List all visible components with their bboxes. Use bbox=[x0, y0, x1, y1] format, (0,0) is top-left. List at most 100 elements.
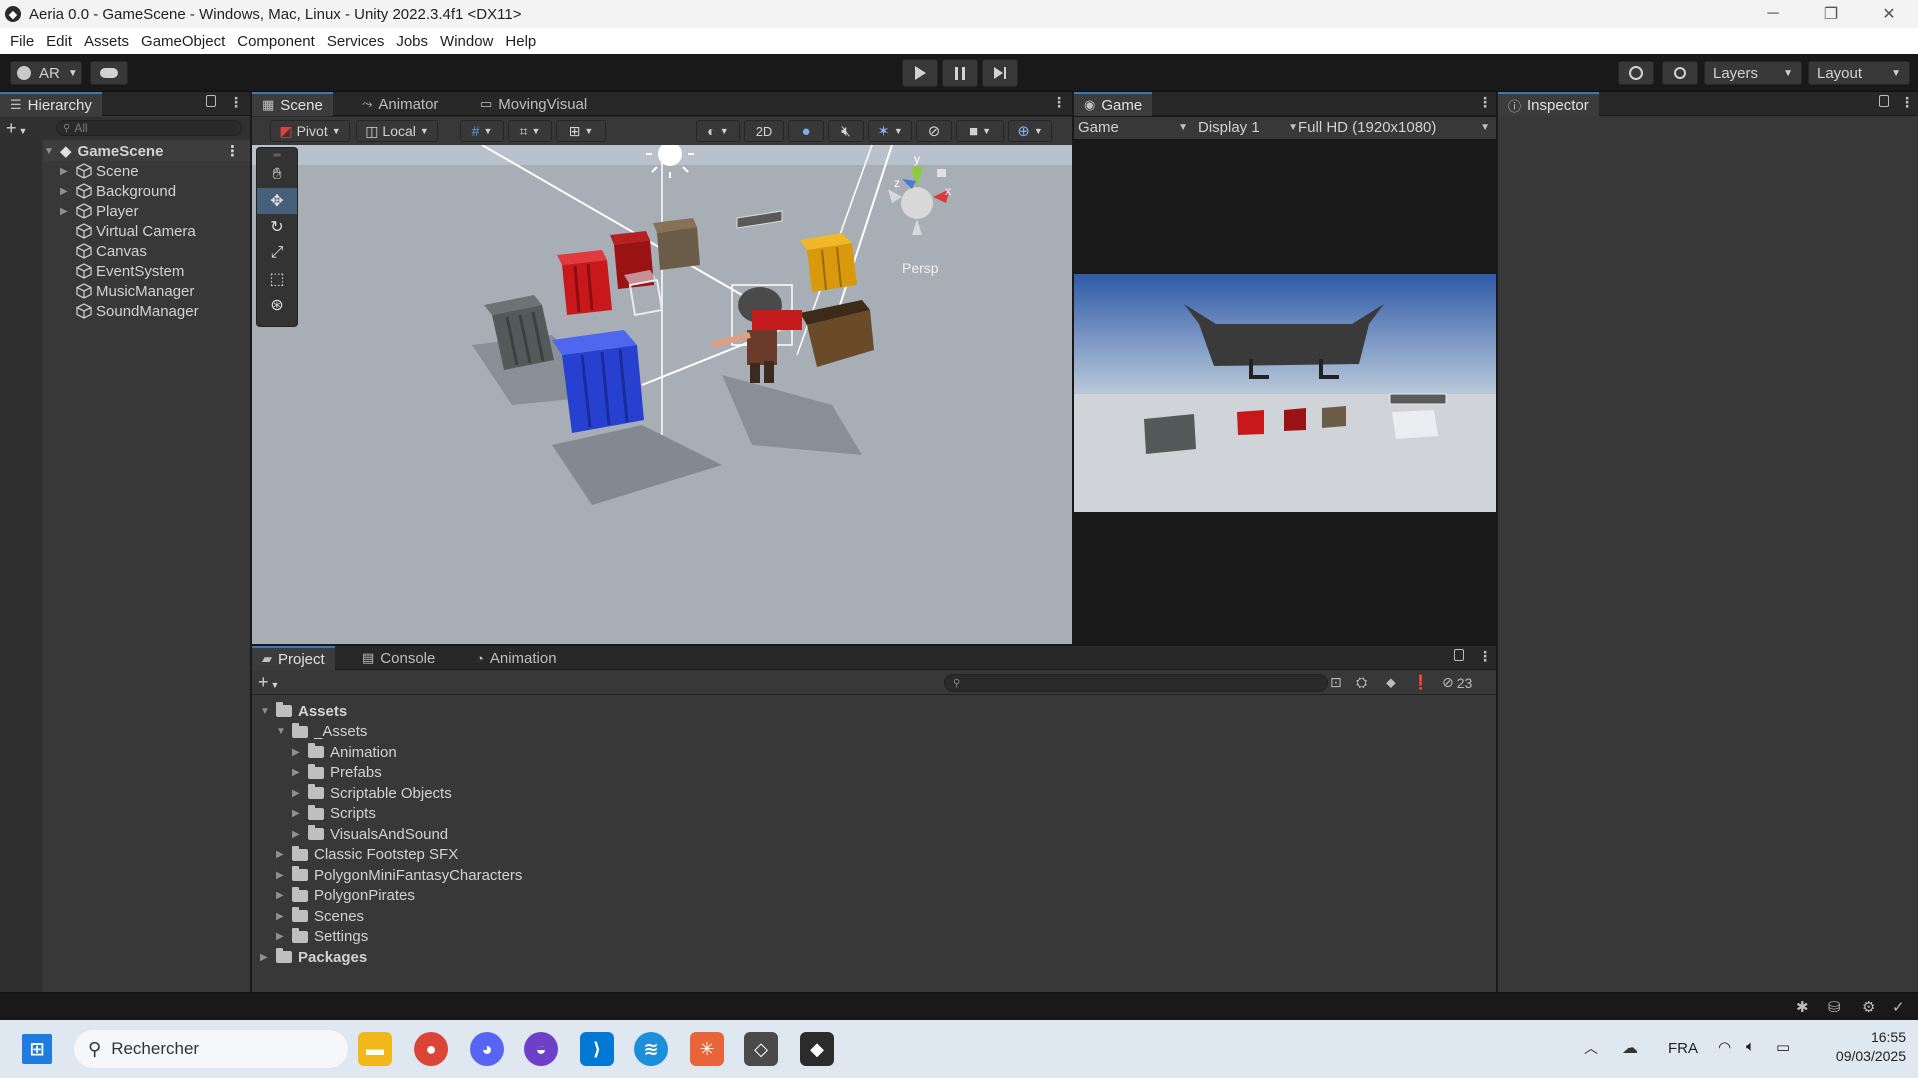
project-folder-row[interactable]: ▼ _Assets bbox=[276, 722, 367, 742]
tab-animation[interactable]: ◔ Animation bbox=[466, 646, 567, 670]
tab-hierarchy[interactable]: ☰ Hierarchy bbox=[0, 92, 102, 116]
expand-closed-icon[interactable]: ▶ bbox=[276, 890, 288, 901]
windows-start-icon[interactable]: ⊞ bbox=[22, 1034, 52, 1064]
hierarchy-item[interactable]: ▶ Background bbox=[60, 181, 176, 201]
settings-icon[interactable]: ⚙ bbox=[1862, 998, 1875, 1016]
project-folder-row[interactable]: ▶ Classic Footstep SFX bbox=[276, 845, 458, 865]
expand-closed-icon[interactable]: ▶ bbox=[292, 829, 304, 840]
pause-button[interactable] bbox=[942, 59, 978, 87]
label-tag-icon[interactable]: ⬥ bbox=[1386, 674, 1396, 691]
menu-help[interactable]: Help bbox=[499, 33, 542, 50]
wifi-icon[interactable]: ◠ bbox=[1718, 1038, 1731, 1056]
display-dropdown[interactable]: Display 1 ▼ bbox=[1198, 119, 1298, 136]
expand-closed-icon[interactable]: ▶ bbox=[276, 870, 288, 881]
volume-icon[interactable]: 🔈︎ bbox=[1746, 1038, 1755, 1055]
expand-closed-icon[interactable]: ▶ bbox=[276, 911, 288, 922]
expand-closed-icon[interactable]: ▶ bbox=[276, 849, 288, 860]
tab-animator[interactable]: ⤳ Animator bbox=[352, 92, 448, 116]
camera-dropdown[interactable]: ■ ▼ bbox=[956, 120, 1004, 142]
expand-closed-icon[interactable]: ▶ bbox=[276, 931, 288, 942]
play-button[interactable] bbox=[902, 59, 938, 87]
menu-assets[interactable]: Assets bbox=[78, 33, 135, 50]
hierarchy-item[interactable]: ▶ Player bbox=[60, 201, 139, 221]
unity-editor-icon[interactable]: ◆ bbox=[800, 1032, 834, 1066]
audio-toggle[interactable]: 🔇︎ bbox=[828, 120, 864, 142]
lock-icon[interactable] bbox=[1454, 649, 1464, 661]
project-folder-row[interactable]: ▶ PolygonPirates bbox=[276, 886, 415, 906]
expand-closed-icon[interactable]: ▶ bbox=[60, 206, 72, 217]
maximize-button[interactable]: ❐ bbox=[1802, 0, 1860, 28]
chevron-up-icon[interactable]: ︿ bbox=[1584, 1038, 1598, 1058]
project-folder-row[interactable]: ▶ Scenes bbox=[276, 906, 364, 926]
cloud-button[interactable] bbox=[90, 61, 128, 85]
game-mode-dropdown[interactable]: Game ▼ bbox=[1078, 119, 1188, 136]
menu-component[interactable]: Component bbox=[231, 33, 321, 50]
grid-snap-button[interactable]: # ▼ bbox=[460, 120, 504, 142]
taskbar-search[interactable]: ⚲ Rechercher bbox=[74, 1030, 348, 1068]
account-dropdown[interactable]: AR ▼ bbox=[10, 61, 82, 85]
effects-dropdown[interactable]: ✶ ▼ bbox=[868, 120, 912, 142]
mode-2d-button[interactable]: 2D bbox=[744, 120, 784, 142]
menu-jobs[interactable]: Jobs bbox=[390, 33, 434, 50]
layers-dropdown[interactable]: Layers ▼ bbox=[1704, 61, 1802, 85]
expand-closed-icon[interactable]: ▶ bbox=[292, 788, 304, 799]
menu-services[interactable]: Services bbox=[321, 33, 391, 50]
lighting-toggle[interactable]: ● bbox=[788, 120, 824, 142]
more-icon[interactable]: ⋮ bbox=[1478, 94, 1492, 111]
project-folder-row[interactable]: ▶ Scripts bbox=[292, 804, 376, 824]
more-icon[interactable]: ⋮ bbox=[229, 94, 243, 111]
close-button[interactable]: ✕ bbox=[1860, 0, 1918, 28]
more-icon[interactable]: ⋮ bbox=[225, 142, 240, 160]
docker-icon[interactable]: ≋ bbox=[634, 1032, 668, 1066]
search-button[interactable] bbox=[1662, 61, 1698, 85]
search-by-type-icon[interactable]: ⊡ bbox=[1330, 674, 1342, 691]
clock[interactable]: 16:55 09/03/2025 bbox=[1810, 1029, 1906, 1064]
space-dropdown[interactable]: ◫ Local ▼ bbox=[356, 120, 438, 142]
project-folder-row[interactable]: ▶ Settings bbox=[276, 927, 368, 947]
check-icon[interactable]: ✓ bbox=[1892, 998, 1905, 1016]
tab-project[interactable]: ▰ Project bbox=[252, 646, 335, 670]
resolution-dropdown[interactable]: Full HD (1920x1080) ▼ bbox=[1298, 119, 1490, 136]
hierarchy-item[interactable]: EventSystem bbox=[60, 261, 184, 281]
filter-type-icon[interactable]: ⛭ bbox=[1356, 674, 1367, 691]
tab-inspector[interactable]: ⓘ Inspector bbox=[1498, 92, 1599, 116]
claude-icon[interactable]: ✳ bbox=[690, 1032, 724, 1066]
menu-window[interactable]: Window bbox=[434, 33, 499, 50]
discord-icon[interactable]: ◕ bbox=[470, 1032, 504, 1066]
expand-open-icon[interactable]: ▼ bbox=[276, 726, 288, 737]
gizmo-lock-icon[interactable] bbox=[937, 169, 946, 177]
project-folder-row[interactable]: ▶ Animation bbox=[292, 742, 397, 762]
onedrive-icon[interactable]: ☁ bbox=[1622, 1038, 1638, 1058]
game-viewport[interactable] bbox=[1074, 274, 1496, 512]
menu-edit[interactable]: Edit bbox=[40, 33, 78, 50]
project-folder-row[interactable]: ▶ PolygonMiniFantasyCharacters bbox=[276, 865, 522, 885]
visibility-toggle[interactable]: ⊘ bbox=[916, 120, 952, 142]
add-button[interactable]: + ▼ bbox=[6, 118, 27, 139]
more-icon[interactable]: ⋮ bbox=[1900, 94, 1914, 111]
minimize-button[interactable]: ─ bbox=[1744, 0, 1802, 28]
project-folder-row[interactable]: ▶ Scriptable Objects bbox=[292, 783, 452, 803]
expand-closed-icon[interactable]: ▶ bbox=[60, 186, 72, 197]
persp-label[interactable]: Persp bbox=[902, 260, 939, 276]
shading-dropdown[interactable]: ◐ ▼ bbox=[696, 120, 740, 142]
more-icon[interactable]: ⋮ bbox=[1052, 94, 1066, 111]
rotate-tool-icon[interactable]: ↻ bbox=[257, 214, 297, 240]
expand-closed-icon[interactable]: ▶ bbox=[292, 767, 304, 778]
align-button[interactable]: ⊞ ▼ bbox=[556, 120, 606, 142]
hierarchy-item[interactable]: ▶ Scene bbox=[60, 161, 139, 181]
tab-scene[interactable]: ▦ Scene bbox=[252, 92, 333, 116]
scale-tool-icon[interactable]: ⤢ bbox=[257, 240, 297, 266]
hierarchy-search-input[interactable]: ⚲ All bbox=[56, 120, 242, 136]
hierarchy-item[interactable]: Canvas bbox=[60, 241, 147, 261]
tab-movingvisual[interactable]: ▭ MovingVisual bbox=[470, 92, 597, 116]
lock-icon[interactable] bbox=[1879, 95, 1889, 107]
history-button[interactable] bbox=[1618, 61, 1654, 85]
create-asset-button[interactable]: + ▼ bbox=[258, 672, 279, 693]
menu-file[interactable]: File bbox=[4, 33, 40, 50]
expand-closed-icon[interactable]: ▶ bbox=[292, 808, 304, 819]
hand-tool-icon[interactable]: ✋︎ bbox=[257, 162, 297, 188]
pivot-dropdown[interactable]: ◩ Pivot ▼ bbox=[270, 120, 350, 142]
gizmos-dropdown[interactable]: ⊕ ▼ bbox=[1008, 120, 1052, 142]
file-explorer-icon[interactable]: ▬ bbox=[358, 1032, 392, 1066]
hierarchy-item[interactable]: SoundManager bbox=[60, 301, 199, 321]
